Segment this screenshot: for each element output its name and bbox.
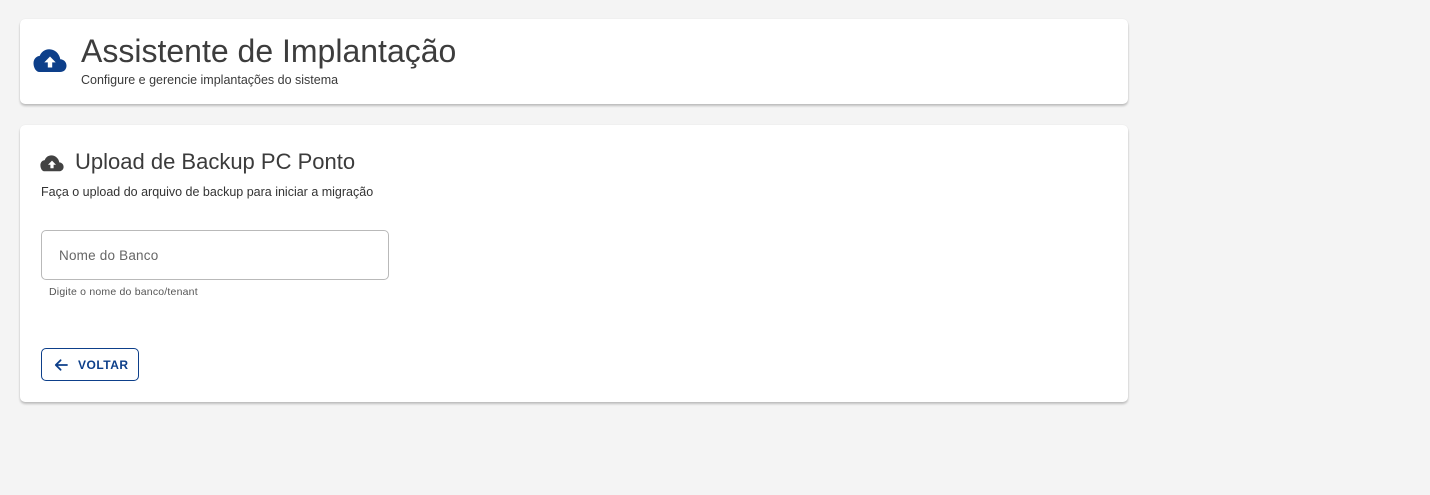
bank-name-input[interactable] [42, 231, 388, 279]
bank-name-hint: Digite o nome do banco/tenant [49, 286, 198, 298]
page-subtitle: Configure e gerencie implantações do sis… [81, 73, 339, 87]
header-card: Assistente de Implantação Configure e ge… [20, 19, 1128, 104]
back-button-label: VOLTAR [78, 357, 129, 372]
cloud-upload-icon [40, 155, 64, 172]
bank-name-field[interactable] [41, 230, 389, 280]
section-description: Faça o upload do arquivo de backup para … [41, 185, 374, 199]
upload-card: Upload de Backup PC Ponto Faça o upload … [20, 125, 1128, 402]
page-title: Assistente de Implantação [81, 33, 457, 69]
back-button[interactable]: VOLTAR [41, 348, 139, 381]
arrow-left-icon [54, 358, 68, 371]
cloud-upload-icon [33, 49, 67, 72]
section-title: Upload de Backup PC Ponto [75, 149, 356, 174]
